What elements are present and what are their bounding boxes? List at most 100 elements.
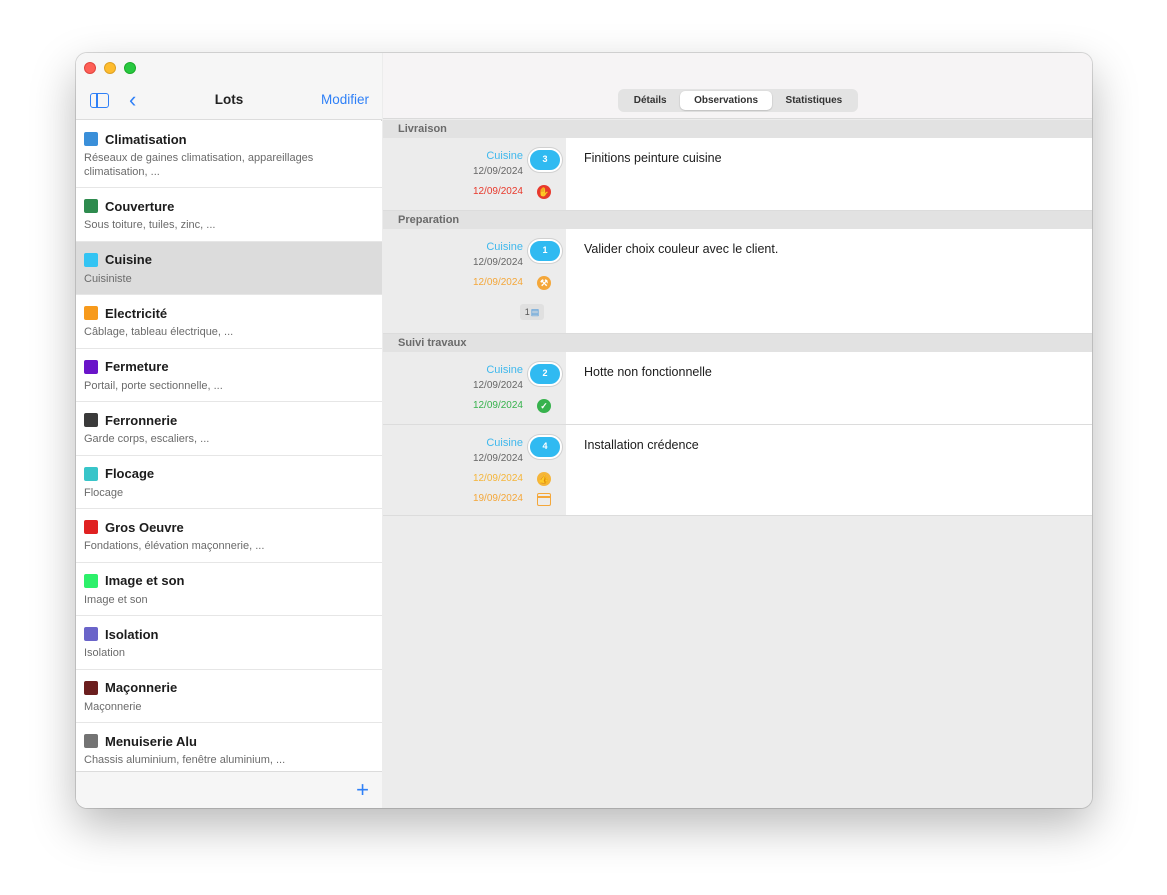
edit-button[interactable]: Modifier xyxy=(321,92,369,107)
lot-description: Câblage, tableau électrique, ... xyxy=(84,326,234,338)
lot-color-swatch xyxy=(84,520,98,534)
lot-name: Electricité xyxy=(105,305,168,321)
observations-list: Livraison Cuisine 12/09/2024 3 12/09/2024 ✋ Fi… xyxy=(383,120,1092,516)
observation-text: Finitions peinture cuisine xyxy=(566,138,1092,210)
toolbar: Détails Observations Statistiques xyxy=(383,53,1092,119)
lot-description: Isolation xyxy=(84,647,125,659)
plus-icon[interactable]: + xyxy=(356,777,369,803)
stop-hand-icon: ✋ xyxy=(537,185,551,199)
lot-item[interactable]: Fermeture Portail, porte sectionnelle, ..… xyxy=(76,348,382,402)
observation-row[interactable]: Cuisine 12/09/2024 1 12/09/2024 ⚒ 1▤ Valider c… xyxy=(383,229,1092,334)
lot-description: Maçonnerie xyxy=(84,700,142,713)
lot-name: Image et son xyxy=(105,573,185,588)
observation-created-date: 12/09/2024 xyxy=(472,257,523,268)
lot-title: Couverture xyxy=(84,198,374,214)
lot-description: Réseaux de gaines climatisation, apparei… xyxy=(84,152,314,178)
lot-color-swatch xyxy=(84,573,98,588)
tab-observations[interactable]: Observations xyxy=(680,91,772,110)
section-header: Preparation xyxy=(383,211,1092,229)
lot-name: Maçonnerie xyxy=(105,680,178,695)
lot-item[interactable]: Electricité Câblage, tableau électrique, … xyxy=(76,295,382,349)
close-window-button[interactable] xyxy=(84,62,96,74)
lot-item[interactable]: Flocage Flocage xyxy=(76,455,382,509)
lot-name: Isolation xyxy=(105,626,159,642)
lot-description: Flocage xyxy=(84,486,124,499)
observation-text: Hotte non fonctionnelle xyxy=(566,352,1092,424)
lot-item[interactable]: Isolation Isolation xyxy=(76,616,382,670)
minimize-window-button[interactable] xyxy=(104,62,116,74)
lot-color-swatch xyxy=(84,734,98,748)
observation-created-date: 12/09/2024 xyxy=(472,453,523,464)
lot-name: Flocage xyxy=(105,466,155,481)
observation-created-date: 12/09/2024 xyxy=(472,166,523,177)
lot-color-swatch xyxy=(84,252,98,267)
lot-name: Couverture xyxy=(105,198,175,214)
lot-description: Portail, porte sectionnelle, ... xyxy=(84,379,223,392)
lot-title: Maçonnerie xyxy=(84,680,374,696)
lot-title: Fermeture xyxy=(84,359,374,375)
lot-description: Chassis aluminium, fenêtre aluminium, ..… xyxy=(84,754,286,766)
lot-title: Electricité xyxy=(84,305,374,321)
lot-item[interactable]: Maçonnerie Maçonnerie xyxy=(76,669,382,723)
tab-statistiques[interactable]: Statistiques xyxy=(772,91,856,110)
hammer-icon: ⚒ xyxy=(537,276,551,290)
lot-item[interactable]: Menuiserie Alu Chassis aluminium, fenêtre… xyxy=(76,723,382,771)
observation-meta: Cuisine 12/09/2024 2 12/09/2024 ✓ xyxy=(383,352,566,424)
observation-number-badge: 4 xyxy=(528,435,562,459)
lot-description: Sous toiture, tuiles, zinc, ... xyxy=(84,219,216,231)
lot-list: Climatisation Réseaux de gaines climatisa… xyxy=(76,121,382,771)
lot-color-swatch xyxy=(84,132,98,146)
lot-item[interactable]: Gros Oeuvre Fondations, élévation maçonne… xyxy=(76,509,382,563)
view-segmented-control: Détails Observations Statistiques xyxy=(618,89,858,112)
lot-description: Fondations, élévation maçonnerie, ... xyxy=(84,540,265,552)
observation-text: Valider choix couleur avec le client. xyxy=(566,229,1092,333)
sidebar-header: ‹ Lots Modifier xyxy=(76,53,382,120)
lot-item[interactable]: Cuisine Cuisiniste xyxy=(76,241,382,295)
observation-meta: Cuisine 12/09/2024 4 12/09/2024 👍 19/09/2024 xyxy=(383,425,566,515)
lot-color-swatch xyxy=(84,627,98,641)
lot-item[interactable]: Couverture Sous toiture, tuiles, zinc, ..… xyxy=(76,188,382,242)
lot-name: Fermeture xyxy=(105,359,169,374)
observation-status-date: 12/09/2024 xyxy=(472,186,523,197)
lot-item[interactable]: Climatisation Réseaux de gaines climatisa… xyxy=(76,121,382,188)
observation-created-date: 12/09/2024 xyxy=(472,380,523,391)
observation-row[interactable]: Cuisine 12/09/2024 3 12/09/2024 ✋ Finitions p… xyxy=(383,138,1092,211)
attachment-count-value: 1 xyxy=(524,307,530,317)
lot-name: Cuisine xyxy=(105,252,152,267)
observation-lot: Cuisine xyxy=(486,150,523,162)
lot-item[interactable]: Ferronnerie Garde corps, escaliers, ... xyxy=(76,402,382,456)
app-window: ‹ Lots Modifier Climatisation Réseaux de … xyxy=(76,53,1092,808)
lot-title: Isolation xyxy=(84,626,374,642)
thumbs-up-icon: 👍 xyxy=(537,472,551,486)
observation-meta: Cuisine 12/09/2024 3 12/09/2024 ✋ xyxy=(383,138,566,210)
lot-title: Cuisine xyxy=(84,252,374,268)
lot-color-swatch xyxy=(84,199,98,213)
lot-title: Flocage xyxy=(84,466,374,482)
checkmark-icon: ✓ xyxy=(537,399,551,413)
calendar-icon xyxy=(537,493,551,506)
lot-color-swatch xyxy=(84,466,98,481)
observation-row[interactable]: Cuisine 12/09/2024 2 12/09/2024 ✓ Hotte non f… xyxy=(383,352,1092,425)
observation-status-date: 12/09/2024 xyxy=(472,400,523,411)
zoom-window-button[interactable] xyxy=(124,62,136,74)
observation-lot: Cuisine xyxy=(486,241,523,253)
lot-item[interactable]: Image et son Image et son xyxy=(76,562,382,616)
lot-description: Garde corps, escaliers, ... xyxy=(84,433,210,445)
observation-due-date: 19/09/2024 xyxy=(472,493,523,504)
lot-name: Ferronnerie xyxy=(105,412,178,428)
observation-number-badge: 2 xyxy=(528,362,562,386)
observation-number-badge: 1 xyxy=(528,239,562,263)
section-header: Livraison xyxy=(383,120,1092,138)
observation-text: Installation crédence xyxy=(566,425,1092,515)
lot-title: Gros Oeuvre xyxy=(84,519,374,535)
observation-lot: Cuisine xyxy=(486,437,523,449)
lot-title: Ferronnerie xyxy=(84,412,374,428)
lot-name: Gros Oeuvre xyxy=(105,519,184,535)
lot-name: Menuiserie Alu xyxy=(105,733,197,749)
observation-status-date: 12/09/2024 xyxy=(472,473,523,484)
tab-détails[interactable]: Détails xyxy=(620,91,680,110)
lot-color-swatch xyxy=(84,306,98,320)
photo-stack-icon: ▤ xyxy=(530,307,540,317)
attachment-count[interactable]: 1▤ xyxy=(520,304,544,320)
observation-row[interactable]: Cuisine 12/09/2024 4 12/09/2024 👍 19/09/2024 I… xyxy=(383,425,1092,516)
